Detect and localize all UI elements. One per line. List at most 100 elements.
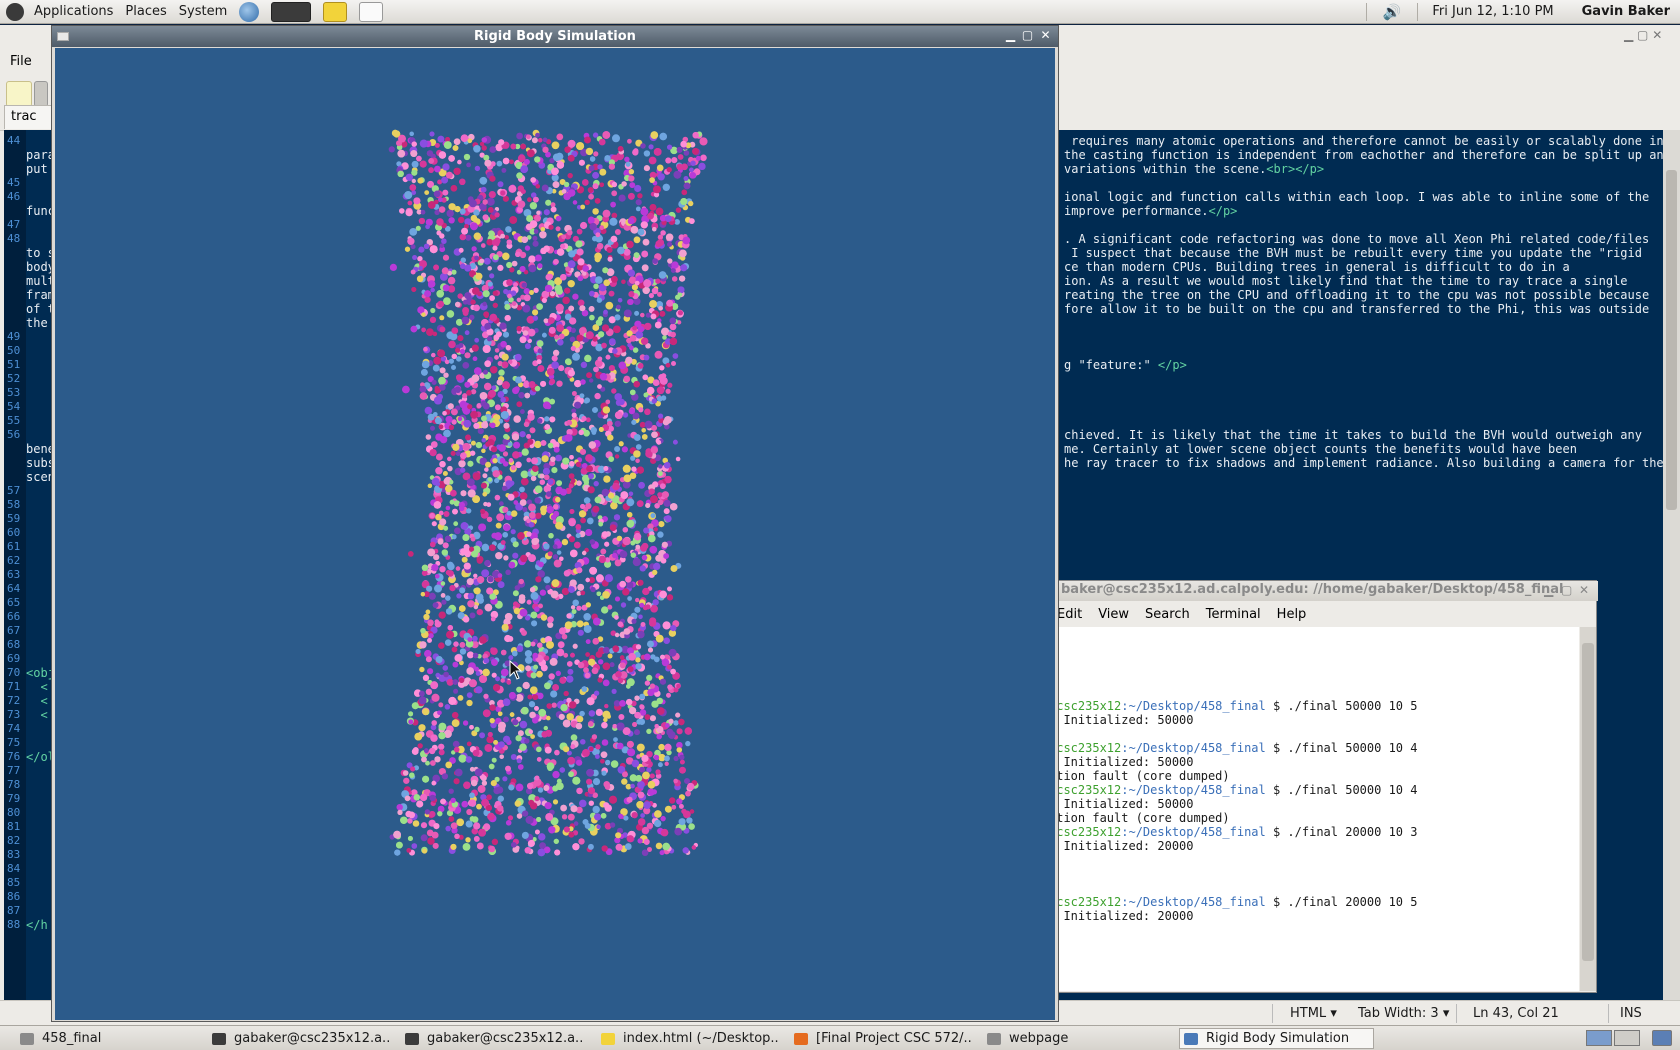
- editor-menubar: File: [0, 49, 52, 73]
- particle: [614, 559, 622, 567]
- gnome-foot-icon[interactable]: [6, 2, 24, 21]
- editor-window-controls[interactable]: ▁ ▢ ✕: [1624, 28, 1662, 42]
- notes-launcher-icon[interactable]: [323, 1, 348, 22]
- file-menu[interactable]: File: [10, 54, 32, 69]
- scrollbar-thumb[interactable]: [1582, 643, 1594, 961]
- particle: [633, 148, 639, 154]
- particle: [580, 379, 586, 385]
- particle: [479, 258, 485, 264]
- particle: [518, 392, 525, 399]
- particle: [657, 396, 663, 402]
- close-icon[interactable]: ✕: [1579, 583, 1589, 597]
- web-browser-launcher-icon[interactable]: [239, 1, 260, 22]
- particle: [628, 653, 636, 661]
- close-icon[interactable]: ✕: [1038, 28, 1053, 43]
- particle: [530, 611, 538, 619]
- terminal-launcher-icon[interactable]: [271, 1, 312, 22]
- particle: [466, 651, 474, 659]
- particle: [430, 760, 436, 766]
- particle: [442, 411, 447, 416]
- open-file-icon[interactable]: [34, 81, 48, 107]
- particle: [575, 533, 581, 539]
- view-menu[interactable]: View: [1090, 607, 1137, 622]
- editor-scrollbar[interactable]: [1663, 130, 1680, 1022]
- particle: [520, 477, 529, 486]
- code-line: fore allow it to be built on the cpu and…: [1064, 302, 1649, 316]
- particle: [431, 352, 436, 358]
- particle: [659, 365, 665, 371]
- particle: [561, 814, 568, 820]
- status-separator: [1456, 1004, 1457, 1023]
- particle: [620, 491, 629, 499]
- particle: [563, 826, 570, 833]
- editor-tab[interactable]: trac: [4, 105, 52, 129]
- particle: [568, 831, 575, 838]
- particle: [488, 389, 496, 398]
- particle: [488, 230, 495, 237]
- language-select[interactable]: HTML ▾: [1290, 1006, 1337, 1021]
- particle: [613, 514, 621, 521]
- particle: [676, 747, 682, 753]
- particle: [665, 723, 670, 728]
- terminal-menu[interactable]: Terminal: [1198, 607, 1269, 622]
- tab-width-select[interactable]: Tab Width: 3 ▾: [1358, 1006, 1449, 1021]
- particle: [623, 375, 631, 383]
- particle: [492, 290, 498, 296]
- clock[interactable]: Fri Jun 12, 1:10 PM: [1426, 0, 1575, 24]
- particle: [466, 478, 475, 487]
- particle: [621, 279, 626, 285]
- particle: [488, 845, 496, 853]
- particle: [576, 228, 583, 235]
- code-text: reating the tree on the CPU and offloadi…: [1064, 288, 1650, 302]
- particle: [510, 465, 516, 471]
- particle: [465, 434, 471, 441]
- new-file-icon[interactable]: [6, 81, 32, 107]
- particle: [452, 679, 459, 685]
- simulation-titlebar[interactable]: Rigid Body Simulation ▁ ▢ ✕: [52, 26, 1058, 47]
- particle: [411, 178, 416, 184]
- user-name[interactable]: Gavin Baker: [1576, 0, 1680, 24]
- particle: [556, 648, 565, 657]
- particle: [516, 813, 523, 819]
- particle: [476, 609, 483, 616]
- particle: [513, 415, 521, 423]
- particle: [633, 533, 642, 541]
- particle: [489, 295, 495, 301]
- system-menu[interactable]: System: [173, 0, 233, 24]
- window-menu-icon[interactable]: [57, 32, 69, 41]
- code-line: <: [26, 708, 48, 722]
- particle: [650, 495, 658, 504]
- particle: [608, 290, 615, 297]
- scrollbar-thumb[interactable]: [1666, 170, 1677, 510]
- code-text: requires many atomic operations and ther…: [1064, 134, 1664, 148]
- particle: [637, 326, 645, 333]
- simulation-window[interactable]: Rigid Body Simulation ▁ ▢ ✕: [51, 25, 1059, 1022]
- minimize-icon[interactable]: ▁: [1544, 583, 1553, 597]
- code-text: ion. As a result we would most likely fi…: [1064, 274, 1628, 288]
- help-menu[interactable]: Help: [1269, 607, 1315, 622]
- text-editor-launcher-icon[interactable]: [359, 1, 384, 22]
- simulation-viewport[interactable]: [55, 48, 1055, 1020]
- particle: [595, 744, 601, 750]
- places-menu[interactable]: Places: [119, 0, 172, 24]
- particle: [429, 316, 437, 323]
- line-number: 53: [7, 386, 21, 399]
- terminal-titlebar[interactable]: baker@csc235x12.ad.calpoly.edu: //home/g…: [1049, 581, 1598, 601]
- particle: [568, 483, 574, 489]
- applications-menu[interactable]: Applications: [28, 0, 119, 24]
- terminal-output[interactable]: @csc235x12:~/Desktop/458_final $ ./final…: [1049, 627, 1579, 991]
- particle: [417, 177, 424, 184]
- particle: [406, 848, 412, 853]
- maximize-icon[interactable]: ▢: [1020, 28, 1035, 43]
- particle: [438, 376, 446, 385]
- terminal-window[interactable]: baker@csc235x12.ad.calpoly.edu: //home/g…: [1048, 580, 1598, 993]
- terminal-scrollbar[interactable]: [1580, 627, 1596, 991]
- search-menu[interactable]: Search: [1137, 607, 1198, 622]
- particle: [583, 479, 590, 485]
- volume-icon[interactable]: 🔊: [1375, 3, 1410, 21]
- maximize-icon[interactable]: ▢: [1561, 583, 1572, 597]
- minimize-icon[interactable]: ▁: [1003, 28, 1018, 43]
- particle: [481, 137, 487, 143]
- particle: [491, 838, 498, 846]
- particle: [430, 287, 435, 293]
